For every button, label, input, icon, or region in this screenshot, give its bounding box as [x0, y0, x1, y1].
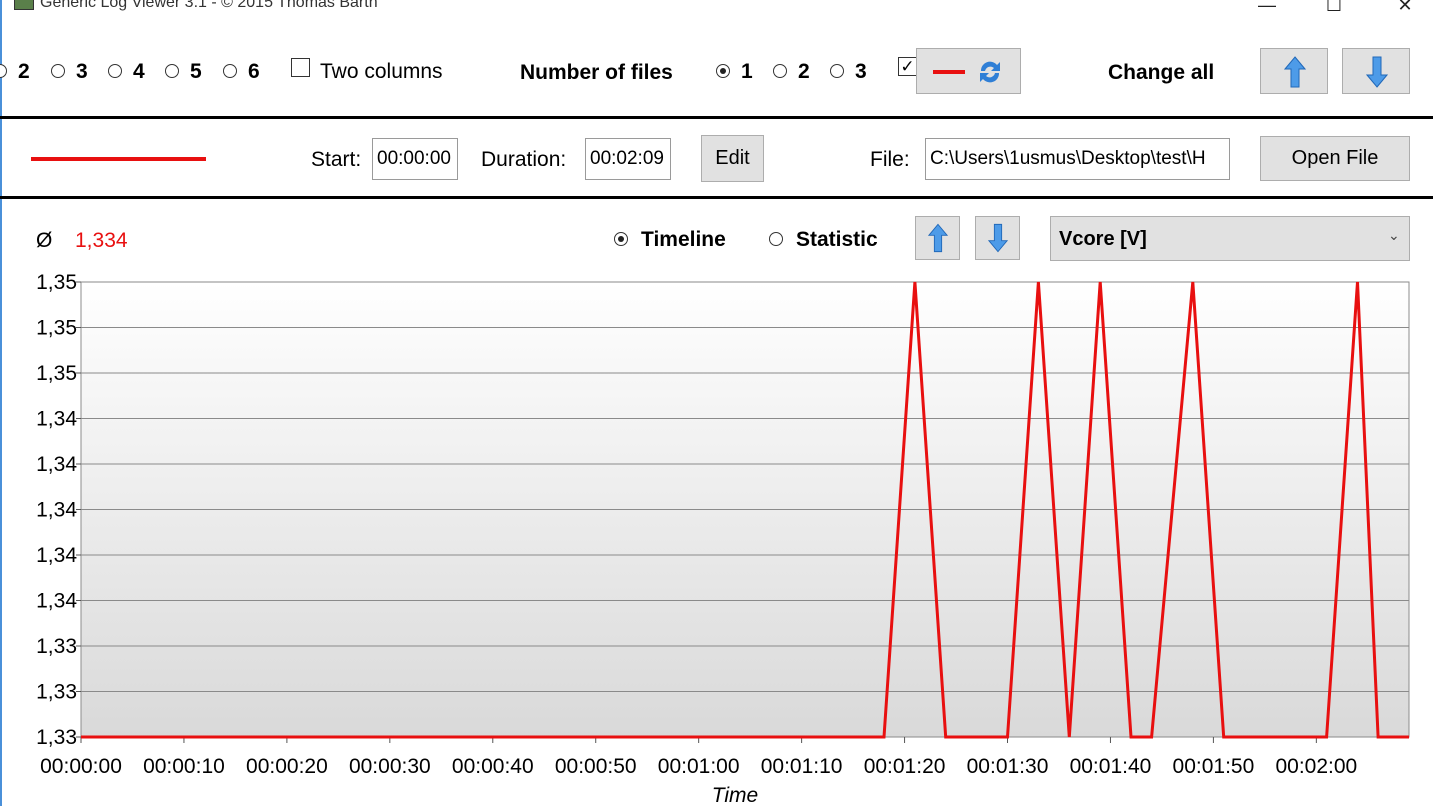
chart-controls: Ø 1,334 Timeline Statistic Vcore [V] ⌄: [0, 199, 1433, 269]
app-icon: [14, 0, 34, 10]
y-tick-label: 1,35: [36, 317, 77, 340]
y-tick-label: 1,34: [36, 544, 77, 567]
x-tick-label: 00:00:10: [143, 755, 225, 778]
files-radio-2[interactable]: [773, 64, 787, 78]
refresh-button[interactable]: [916, 48, 1021, 94]
sync-checkbox[interactable]: ✓: [898, 57, 917, 76]
x-tick-label: 00:00:30: [349, 755, 431, 778]
files-radio-1[interactable]: [716, 64, 730, 78]
x-tick-label: 00:01:10: [761, 755, 843, 778]
arrow-up-icon: [1284, 56, 1306, 88]
x-tick-label: 00:00:40: [452, 755, 534, 778]
file-panel: Start: 00:00:00 Duration: 00:02:09 Edit …: [0, 119, 1433, 196]
x-tick-label: 00:01:20: [864, 755, 946, 778]
y-tick-label: 1,34: [36, 590, 77, 613]
duration-label: Duration:: [481, 148, 567, 171]
column-option-label: 5: [190, 60, 202, 83]
y-tick-label: 1,35: [36, 362, 77, 385]
x-tick-label: 00:02:00: [1275, 755, 1357, 778]
y-tick-label: 1,34: [36, 453, 77, 476]
number-of-files-label: Number of files: [520, 61, 673, 84]
arrow-down-icon: [1366, 56, 1388, 88]
x-tick-label: 00:01:30: [967, 755, 1049, 778]
files-option-label: 3: [855, 60, 867, 83]
open-file-button[interactable]: Open File: [1260, 136, 1410, 181]
x-axis: 00:00:00 00:00:10 00:00:20 00:00:30 00:00:40…: [40, 737, 1357, 778]
x-tick-label: 00:01:50: [1173, 755, 1255, 778]
x-tick-label: 00:00:50: [555, 755, 637, 778]
file-path-input[interactable]: C:\Users\1usmus\Desktop\test\H: [925, 138, 1230, 180]
chevron-down-icon: ⌄: [1388, 227, 1400, 243]
two-columns-label: Two columns: [320, 60, 443, 83]
line-color-swatch: [933, 70, 965, 74]
edit-button[interactable]: Edit: [701, 135, 764, 182]
column-option-label: 3: [76, 60, 88, 83]
y-tick-label: 1,34: [36, 408, 77, 431]
start-label: Start:: [311, 148, 362, 171]
x-tick-label: 00:00:20: [246, 755, 328, 778]
arrow-down-icon: [988, 223, 1008, 253]
move-up-all-button[interactable]: [1260, 48, 1328, 94]
title-bar: Generic Log Viewer 3.1 - © 2015 Thomas B…: [0, 0, 1433, 22]
sensor-select-value: Vcore [V]: [1059, 228, 1147, 250]
timeline-radio[interactable]: [614, 232, 628, 246]
files-option-label: 1: [741, 60, 753, 83]
arrow-up-icon: [928, 223, 948, 253]
column-radio-4[interactable]: [108, 64, 122, 78]
column-radio-1-partial[interactable]: [0, 64, 7, 78]
sensor-select[interactable]: Vcore [V] ⌄: [1050, 216, 1410, 261]
files-option-label: 2: [798, 60, 810, 83]
average-value: 1,334: [75, 229, 128, 252]
column-option-label: 2: [18, 60, 30, 83]
y-axis: 1,33 1,33 1,33 1,34 1,34 1,34 1,34 1,34 1,35 1,35…: [36, 271, 81, 749]
column-option-label: 6: [248, 60, 260, 83]
start-input[interactable]: 00:00:00: [372, 138, 458, 180]
column-radio-5[interactable]: [165, 64, 179, 78]
y-tick-label: 1,33: [36, 635, 77, 658]
change-all-label: Change all: [1108, 61, 1215, 84]
x-tick-label: 00:01:00: [658, 755, 740, 778]
column-radio-6[interactable]: [223, 64, 237, 78]
y-tick-label: 1,33: [36, 726, 77, 749]
statistic-label: Statistic: [796, 228, 878, 251]
duration-input[interactable]: 00:02:09: [585, 138, 671, 180]
series-color-line[interactable]: [31, 157, 206, 161]
file-label: File:: [870, 148, 910, 171]
x-tick-label: 00:00:00: [40, 755, 122, 778]
move-down-button[interactable]: [975, 216, 1020, 260]
refresh-icon: [980, 61, 1000, 83]
move-down-all-button[interactable]: [1342, 48, 1410, 94]
timeline-chart: 1,33 1,33 1,33 1,34 1,34 1,34 1,34 1,34 1,35 1,35…: [36, 271, 1410, 806]
timeline-label: Timeline: [641, 228, 726, 251]
y-tick-label: 1,35: [36, 271, 77, 294]
two-columns-checkbox[interactable]: [291, 58, 310, 77]
toolbar: 2 3 4 5 6 Two columns Number of files 1 …: [0, 44, 1433, 100]
move-up-button[interactable]: [915, 216, 960, 260]
y-tick-label: 1,34: [36, 499, 77, 522]
minimize-button[interactable]: —: [1247, 0, 1287, 18]
maximize-button[interactable]: ☐: [1314, 0, 1354, 18]
column-option-label: 4: [133, 60, 145, 83]
y-tick-label: 1,33: [36, 681, 77, 704]
average-symbol: Ø: [36, 229, 53, 252]
files-radio-3[interactable]: [830, 64, 844, 78]
column-radio-3[interactable]: [51, 64, 65, 78]
window-title: Generic Log Viewer 3.1 - © 2015 Thomas B…: [40, 0, 378, 11]
x-axis-title: Time: [712, 784, 758, 806]
close-button[interactable]: ✕: [1385, 0, 1425, 18]
x-tick-label: 00:01:40: [1070, 755, 1152, 778]
statistic-radio[interactable]: [769, 232, 783, 246]
